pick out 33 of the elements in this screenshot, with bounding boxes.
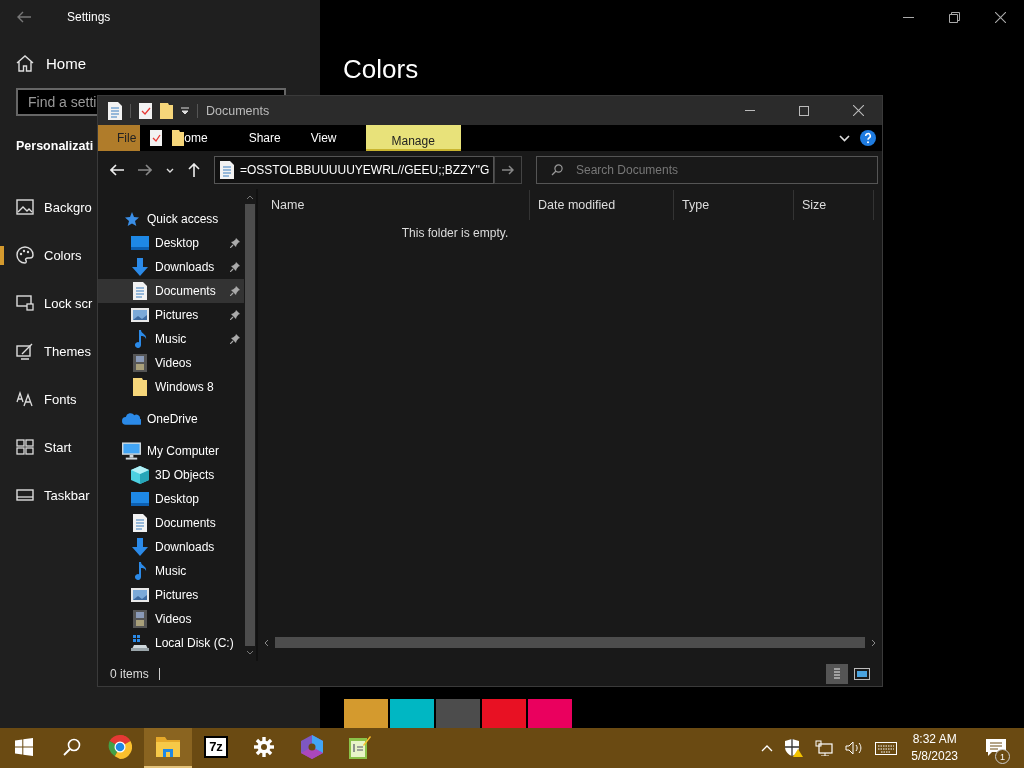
nav-label: Start xyxy=(44,439,72,455)
nav-label: Music xyxy=(155,564,187,578)
nav-label: 3D Objects xyxy=(155,468,215,482)
nav-label: Videos xyxy=(155,612,192,626)
nav-label: Music xyxy=(155,332,187,346)
nav-label: My Computer xyxy=(147,444,220,458)
nav-label: Documents xyxy=(155,516,216,530)
nav-label: Colors xyxy=(44,247,82,263)
nav-label: Fonts xyxy=(44,391,77,407)
nav-label: OneDrive xyxy=(147,412,198,426)
section-heading: Personalizati xyxy=(16,139,94,153)
nav-label: Themes xyxy=(44,343,91,359)
nav-label: Backgro xyxy=(44,199,92,215)
page-title: Colors xyxy=(343,54,419,85)
nav-label: Quick access xyxy=(147,212,219,226)
nav-label: Desktop xyxy=(155,236,200,250)
nav-label: Taskbar xyxy=(44,487,90,503)
nav-label: Windows 8 xyxy=(155,380,214,394)
notification-count: 1 xyxy=(995,749,1010,764)
nav-label: Pictures xyxy=(155,308,199,322)
nav-label: Pictures xyxy=(155,588,199,602)
nav-label: Downloads xyxy=(155,260,215,274)
nav-label: Videos xyxy=(155,356,192,370)
nav-label: Documents xyxy=(155,284,216,298)
window-title: Documents xyxy=(206,103,270,118)
nav-label: Lock scr xyxy=(44,295,93,311)
nav-label: Downloads xyxy=(155,540,215,554)
empty-message: This folder is empty. xyxy=(401,226,509,240)
archive-app-icon: 7z xyxy=(204,736,228,758)
nav-label: Desktop xyxy=(155,492,200,506)
nav-label: Local Disk (C:) xyxy=(155,636,234,650)
window-title: Settings xyxy=(67,10,111,24)
item-count: 0 items xyxy=(110,666,149,681)
